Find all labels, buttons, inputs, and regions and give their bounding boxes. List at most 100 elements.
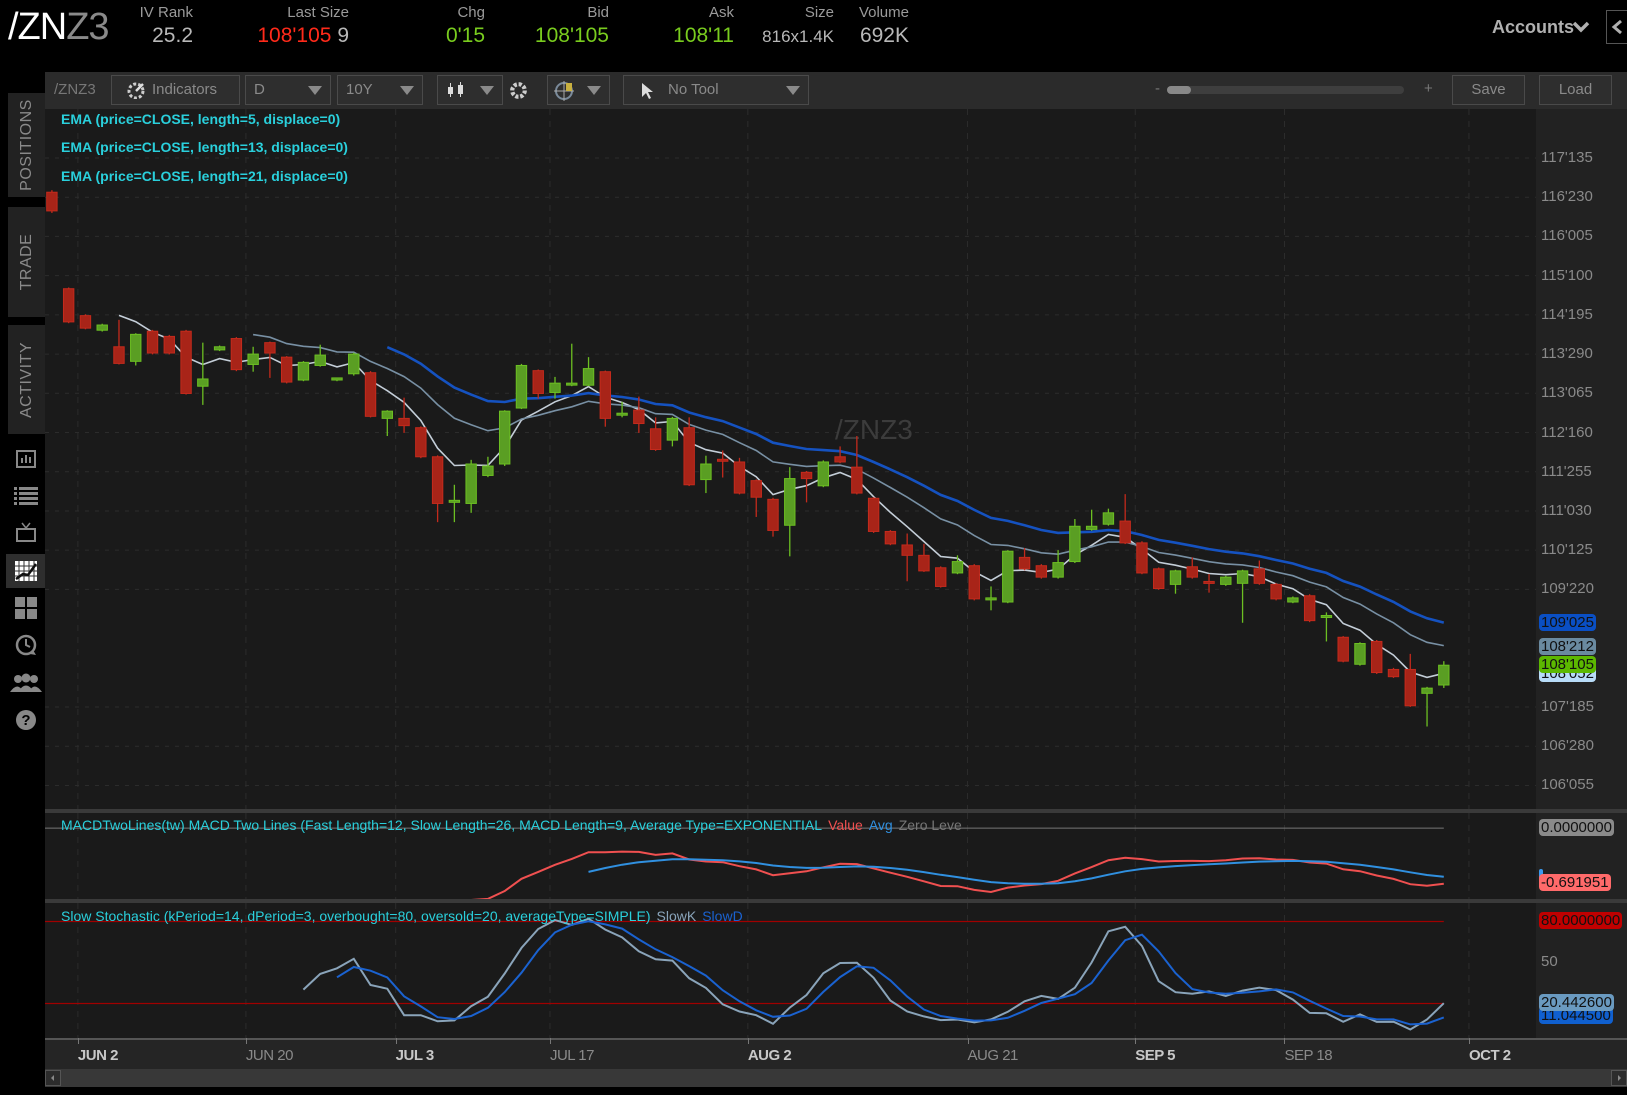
zoom-slider-thumb[interactable]: [1167, 86, 1191, 94]
grid-icon[interactable]: [6, 591, 45, 625]
drawing-tool-dropdown[interactable]: No Tool: [623, 75, 809, 105]
chart-toolbar: /ZNZ3 Indicators D 10Y No Tool - + Save …: [45, 72, 1627, 109]
macd-legend: MACDTwoLines(tw) MACD Two Lines (Fast Le…: [61, 817, 968, 833]
field-label: Size: [804, 4, 834, 21]
field-chg: Chg 0'15: [446, 4, 485, 48]
date-tick-label: JUL 17: [549, 1047, 594, 1064]
candle-body: [280, 356, 293, 383]
collapse-panel-button[interactable]: [1606, 10, 1627, 44]
candle-body: [482, 465, 494, 476]
date-tick: [77, 1038, 79, 1044]
candle-body: [1220, 576, 1232, 585]
tab-label: TRADE: [17, 233, 35, 291]
candle-body: [230, 338, 243, 371]
ema21-legend[interactable]: EMA (price=CLOSE, length=21, displace=0): [61, 168, 348, 184]
ema13-line: [252, 333, 1444, 647]
candle-body: [79, 315, 92, 329]
date-tick-label: AUG 2: [747, 1047, 792, 1064]
price-tick-label: 117'135: [1541, 148, 1593, 166]
chevron-down-icon[interactable]: [1572, 18, 1590, 36]
zoom-in-button[interactable]: +: [1424, 80, 1433, 97]
symbol-root: /ZN: [8, 6, 67, 48]
indicators-button[interactable]: Indicators: [111, 75, 240, 105]
macd-bubble: -0.691951: [1539, 874, 1611, 892]
chart-style-dropdown[interactable]: [437, 75, 503, 105]
chart-icon[interactable]: [6, 554, 45, 588]
zoom-out-button[interactable]: -: [1155, 80, 1160, 97]
field-size: Size 816x1.4K: [762, 4, 834, 47]
price-tick-label: 113'065: [1541, 384, 1593, 402]
caret-down-icon: [400, 86, 414, 95]
candle-body: [549, 382, 561, 393]
candle-body: [113, 346, 125, 364]
field-value: 108'105: [534, 24, 609, 47]
field-ask: Ask 108'11: [673, 4, 734, 48]
load-button[interactable]: Load: [1539, 75, 1612, 105]
candle-body: [1371, 640, 1383, 674]
price-tick-label: 112'160: [1541, 423, 1593, 441]
field-value: 25.2: [152, 24, 193, 47]
history-icon[interactable]: [6, 628, 45, 662]
scroll-left-button[interactable]: [45, 1070, 61, 1086]
tab-label: ACTIVITY: [17, 341, 35, 418]
candle-body: [649, 428, 662, 451]
ema5-legend[interactable]: EMA (price=CLOSE, length=5, displace=0): [61, 111, 340, 127]
indicators-icon: [127, 82, 145, 99]
date-tick-label: AUG 21: [967, 1047, 1019, 1064]
macd-avg-label: Avg: [868, 817, 893, 833]
price-chart[interactable]: /ZNZ3: [45, 109, 1536, 809]
candle-body: [1303, 595, 1316, 622]
candle-body: [398, 417, 410, 427]
candle-body: [767, 498, 779, 531]
candle-body: [448, 499, 461, 503]
candle-body: [1169, 570, 1182, 585]
candle-body: [851, 466, 863, 494]
tv-icon[interactable]: [6, 515, 45, 549]
date-tick-label: JUN 2: [77, 1047, 119, 1064]
price-tick-label: 106'055: [1541, 776, 1594, 794]
candle-body: [1236, 570, 1249, 584]
save-button[interactable]: Save: [1452, 75, 1525, 105]
help-icon[interactable]: ?: [6, 703, 45, 737]
ema13-legend[interactable]: EMA (price=CLOSE, length=13, displace=0): [61, 139, 348, 155]
tab-trade[interactable]: TRADE: [8, 207, 45, 317]
time-range-dropdown[interactable]: 10Y: [337, 75, 423, 105]
drawings-icon: [554, 81, 574, 101]
caret-down-icon: [587, 86, 601, 95]
candle-body: [314, 354, 326, 366]
aggregation-dropdown[interactable]: D: [245, 75, 331, 105]
horizontal-scrollbar[interactable]: [45, 1069, 1627, 1087]
candle-body: [1438, 664, 1450, 686]
date-tick: [245, 1038, 247, 1044]
candle-body: [683, 427, 695, 486]
tab-activity[interactable]: ACTIVITY: [8, 325, 45, 434]
candle-body: [666, 417, 679, 441]
slowk-line: [302, 917, 1445, 1031]
price-tick-label: 111'255: [1541, 462, 1592, 480]
candle-body: [1387, 668, 1400, 678]
candle-body: [264, 342, 276, 354]
drawing-tools-dropdown[interactable]: [547, 75, 610, 105]
community-icon[interactable]: [6, 666, 45, 700]
zoom-slider[interactable]: [1167, 86, 1404, 94]
candle-body: [817, 461, 830, 487]
market-watch-icon[interactable]: [6, 442, 45, 476]
candle-body: [1018, 556, 1031, 570]
field-label: IV Rank: [139, 4, 193, 21]
candle-body: [1085, 525, 1098, 530]
scroll-right-button[interactable]: [1611, 1070, 1627, 1086]
toolbar-symbol-input[interactable]: /ZNZ3: [54, 81, 106, 98]
candle-body: [1035, 565, 1048, 578]
candle-body: [1069, 525, 1081, 563]
candle-body: [96, 324, 108, 331]
price-tick-label: 113'290: [1541, 345, 1593, 363]
last-size: 9: [337, 24, 349, 47]
tab-positions[interactable]: POSITIONS: [8, 93, 45, 197]
list-icon[interactable]: [6, 479, 45, 513]
drawing-tool-value: No Tool: [668, 81, 719, 98]
gear-icon[interactable]: [508, 80, 529, 101]
field-label: Ask: [708, 4, 734, 21]
macd-value-label: Value: [828, 817, 863, 833]
accounts-menu[interactable]: Accounts: [1492, 17, 1574, 38]
field-value: 0'15: [445, 24, 485, 47]
